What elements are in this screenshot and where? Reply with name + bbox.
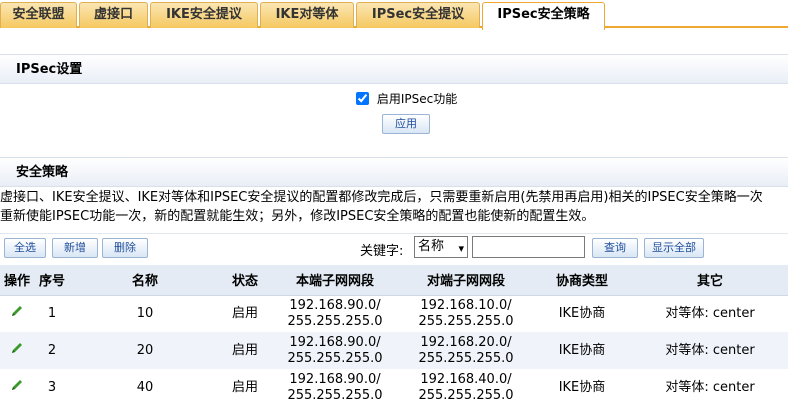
keyword-field-select[interactable]: 名称 ▾ [414,236,468,258]
row-name: 40 [136,379,154,395]
tab-virtual-interface[interactable]: 虚接口 [79,2,148,28]
row-local-subnet: 192.168.90.0/255.255.255.0 [270,332,400,369]
row-status: 启用 [231,379,258,395]
header-other: 其它 [632,265,788,296]
row-negotiation: IKE协商 [532,332,632,369]
remote-net: 192.168.10.0/ [420,297,512,313]
row-name: 20 [70,332,220,369]
remote-mask: 255.255.255.0 [418,387,514,403]
row-local-subnet: 192.168.90.0/255.255.255.0 [270,369,400,406]
tab-ike-proposal[interactable]: IKE安全提议 [150,2,258,28]
table-row: 2 20 启用 192.168.90.0/255.255.255.0 192.1… [0,332,788,369]
local-mask: 255.255.255.0 [287,350,383,366]
ipsec-settings-header: IPSec设置 [0,54,788,84]
search-button[interactable]: 查询 [592,238,638,258]
local-mask: 255.255.255.0 [287,313,383,329]
row-status: 启用 [220,332,270,369]
local-net: 192.168.90.0/ [289,334,381,350]
tab-ipsec-proposal[interactable]: IPSec安全提议 [356,2,480,28]
keyword-label: 关键字: [360,244,404,259]
header-local-subnet: 本端子网网段 [270,265,400,296]
policy-description-line2: 重新使能IPSEC功能一次，新的配置就能生效；另外，修改IPSEC安全策略的配置… [0,209,595,224]
row-index: 3 [47,379,57,395]
tab-ike-peer[interactable]: IKE对等体 [260,2,354,28]
header-index: 序号 [34,265,70,296]
remote-mask: 255.255.255.0 [418,350,514,366]
chevron-down-icon: ▾ [458,242,464,255]
remote-mask: 255.255.255.0 [418,313,514,329]
remote-net: 192.168.20.0/ [420,334,512,350]
remote-net: 192.168.40.0/ [420,371,512,387]
policy-description: 虚接口、IKE安全提议、IKE对等体和IPSEC安全提议的配置都修改完成后，只需… [0,188,788,226]
header-remote-subnet: 对端子网网段 [400,265,532,296]
security-policy-title: 安全策略 [16,165,69,180]
pencil-icon[interactable] [10,341,24,355]
add-button[interactable]: 新增 [52,238,98,258]
row-other: 对等体: center [632,332,788,369]
header-status: 状态 [220,265,270,296]
local-mask: 255.255.255.0 [287,387,383,403]
header-negotiation-type: 协商类型 [532,265,632,296]
delete-button[interactable]: 删除 [102,238,148,258]
row-negotiation: IKE协商 [558,379,606,395]
show-all-button[interactable]: 显示全部 [644,238,704,258]
row-name: 10 [136,305,154,321]
tab-bar: 安全联盟 虚接口 IKE安全提议 IKE对等体 IPSec安全提议 IPSec安… [0,0,788,30]
row-remote-subnet: 192.168.10.0/255.255.255.0 [400,295,532,332]
row-status: 启用 [231,305,258,321]
local-net: 192.168.90.0/ [289,371,381,387]
pencil-icon[interactable] [10,378,24,392]
header-action: 操作 [0,265,34,296]
keyword-input[interactable] [472,236,585,258]
row-negotiation: IKE协商 [558,305,606,321]
ipsec-settings-title: IPSec设置 [16,62,83,77]
policy-description-line1: 虚接口、IKE安全提议、IKE对等体和IPSEC安全提议的配置都修改完成后，只需… [0,190,763,205]
row-index: 1 [47,305,57,321]
row-remote-subnet: 192.168.20.0/255.255.255.0 [400,332,532,369]
apply-button[interactable]: 应用 [382,114,430,134]
enable-ipsec-checkbox[interactable] [356,92,369,105]
row-remote-subnet: 192.168.40.0/255.255.255.0 [400,369,532,406]
enable-ipsec-label: 启用IPSec功能 [376,92,458,106]
table-header-row: 操作 序号 名称 状态 本端子网网段 对端子网网段 协商类型 其它 [0,265,788,296]
security-policy-header: 安全策略 [0,157,788,187]
row-local-subnet: 192.168.90.0/255.255.255.0 [270,295,400,332]
local-net: 192.168.90.0/ [289,297,381,313]
tab-ipsec-policy[interactable]: IPSec安全策略 [482,2,605,30]
row-index: 2 [34,332,70,369]
tab-security-alliance[interactable]: 安全联盟 [0,2,77,28]
enable-ipsec-row: 启用IPSec功能 [356,91,457,107]
row-other: 对等体: center [665,379,755,395]
row-other: 对等体: center [665,305,755,321]
select-all-button[interactable]: 全选 [4,238,46,258]
table-row: 1 10 启用 192.168.90.0/255.255.255.0 192.1… [0,295,788,332]
pencil-icon[interactable] [10,304,24,318]
keyword-field-value: 名称 [418,239,445,254]
table-row: 3 40 启用 192.168.90.0/255.255.255.0 192.1… [0,369,788,406]
policy-table: 操作 序号 名称 状态 本端子网网段 对端子网网段 协商类型 其它 1 10 启… [0,265,788,406]
header-name: 名称 [70,265,220,296]
